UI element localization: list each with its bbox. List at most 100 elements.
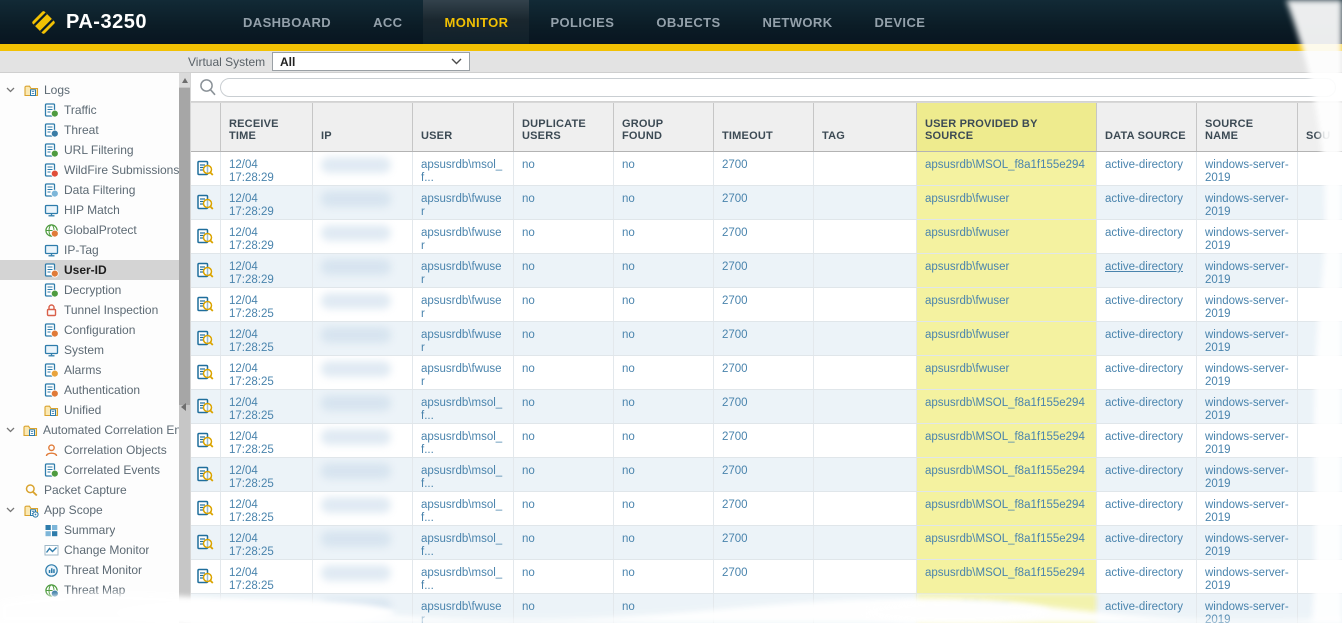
log-row[interactable]: 12/04 17:28:29apsusrdb\fwusernono2700aps… [191,186,1342,220]
sidebar-item-threat-monitor[interactable]: Threat Monitor [0,560,179,580]
cell-data-source[interactable]: active-directory [1097,526,1197,559]
cell-data-source[interactable]: active-directory [1097,186,1197,219]
cell-data-source[interactable]: active-directory [1097,424,1197,457]
log-detail-icon[interactable] [191,152,221,185]
column-header-timeout[interactable]: TIMEOUT [714,103,814,151]
log-row[interactable]: 12/04 17:28:25apsusrdb\msol_f...nono2700… [191,492,1342,526]
tree-expand-icon[interactable] [6,87,16,93]
cell-receive-time[interactable]: 12/04 17:28:25 [221,390,313,423]
scroll-up-button[interactable] [179,73,190,87]
sidebar-item-authentication[interactable]: Authentication [0,380,179,400]
log-detail-icon[interactable] [191,560,221,593]
log-detail-icon[interactable] [191,186,221,219]
column-header-receive-time[interactable]: RECEIVE TIME [221,103,313,151]
sidebar-item-tunnel-inspection[interactable]: Tunnel Inspection [0,300,179,320]
cell-receive-time[interactable]: 12/04 17:28:29 [221,152,313,185]
tab-device[interactable]: DEVICE [854,0,947,44]
tab-policies[interactable]: POLICIES [529,0,635,44]
cell-receive-time[interactable]: 12/04 17:28:25 [221,526,313,559]
virtual-system-select[interactable]: All [272,52,470,71]
cell-receive-time[interactable] [221,594,313,623]
sidebar-item-threat[interactable]: Threat [0,120,179,140]
cell-receive-time[interactable]: 12/04 17:28:25 [221,424,313,457]
sidebar-item-automated-correlation-engine[interactable]: Automated Correlation Engine [0,420,179,440]
cell-receive-time[interactable]: 12/04 17:28:29 [221,186,313,219]
cell-data-source[interactable]: active-directory [1097,560,1197,593]
tab-monitor[interactable]: MONITOR [423,0,529,44]
log-row[interactable]: 12/04 17:28:25apsusrdb\msol_f...nono2700… [191,424,1342,458]
sidebar-item-correlation-objects[interactable]: Correlation Objects [0,440,179,460]
sidebar-scrollbar[interactable] [179,73,190,623]
sidebar-item-decryption[interactable]: Decryption [0,280,179,300]
sidebar-item-change-monitor[interactable]: Change Monitor [0,540,179,560]
cell-data-source[interactable]: active-directory [1097,458,1197,491]
sidebar-item-app-scope[interactable]: App Scope [0,500,179,520]
log-detail-icon[interactable] [191,356,221,389]
panel-collapse-icon[interactable] [181,403,186,411]
sidebar-item-url-filtering[interactable]: URL Filtering [0,140,179,160]
log-detail-icon[interactable] [191,390,221,423]
sidebar-item-wildfire-submissions[interactable]: WildFire Submissions [0,160,179,180]
log-detail-icon[interactable] [191,322,221,355]
cell-receive-time[interactable]: 12/04 17:28:25 [221,560,313,593]
cell-data-source[interactable]: active-directory [1097,492,1197,525]
sidebar-item-packet-capture[interactable]: Packet Capture [0,480,179,500]
column-header-source-name[interactable]: SOURCE NAME [1197,103,1298,151]
cell-data-source[interactable]: active-directory [1097,390,1197,423]
tab-objects[interactable]: OBJECTS [635,0,741,44]
log-row[interactable]: 12/04 17:28:25apsusrdb\fwusernono2700aps… [191,322,1342,356]
log-row[interactable]: 12/04 17:28:25apsusrdb\msol_f...nono2700… [191,526,1342,560]
log-row[interactable]: 12/04 17:28:25apsusrdb\msol_f...nono2700… [191,560,1342,594]
cell-data-source[interactable]: active-directory [1097,288,1197,321]
log-row[interactable]: 12/04 17:28:25apsusrdb\fwusernono2700aps… [191,288,1342,322]
cell-data-source[interactable]: active-directory [1097,254,1197,287]
tree-expand-icon[interactable] [6,507,16,513]
sidebar-item-threat-map[interactable]: Threat Map [0,580,179,600]
column-header-detail[interactable] [191,103,221,151]
cell-receive-time[interactable]: 12/04 17:28:25 [221,356,313,389]
column-header-sou[interactable]: SOU [1298,103,1342,151]
sidebar-item-configuration[interactable]: Configuration [0,320,179,340]
column-header-user[interactable]: USER [413,103,514,151]
log-row[interactable]: 12/04 17:28:25apsusrdb\msol_f...nono2700… [191,390,1342,424]
log-detail-icon[interactable] [191,594,221,623]
column-header-group-found[interactable]: GROUP FOUND [614,103,714,151]
sidebar-item-globalprotect[interactable]: GlobalProtect [0,220,179,240]
tab-network[interactable]: NETWORK [742,0,854,44]
log-detail-icon[interactable] [191,288,221,321]
sidebar-item-logs[interactable]: Logs [0,80,179,100]
log-row[interactable]: 12/04 17:28:29apsusrdb\msol_f...nono2700… [191,152,1342,186]
column-header-ip[interactable]: IP [313,103,413,151]
log-detail-icon[interactable] [191,492,221,525]
tab-acc[interactable]: ACC [352,0,423,44]
tab-dashboard[interactable]: DASHBOARD [222,0,352,44]
cell-receive-time[interactable]: 12/04 17:28:25 [221,492,313,525]
cell-data-source[interactable]: active-directory [1097,152,1197,185]
log-row[interactable]: 12/04 17:28:25apsusrdb\msol_f...nono2700… [191,458,1342,492]
sidebar-item-ip-tag[interactable]: IP-Tag [0,240,179,260]
sidebar-item-traffic[interactable]: Traffic [0,100,179,120]
column-header-data-source[interactable]: DATA SOURCE [1097,103,1197,151]
cell-receive-time[interactable]: 12/04 17:28:25 [221,458,313,491]
log-row[interactable]: 12/04 17:28:25apsusrdb\fwusernono2700aps… [191,356,1342,390]
sidebar-item-summary[interactable]: Summary [0,520,179,540]
sidebar-item-alarms[interactable]: Alarms [0,360,179,380]
sidebar-item-user-id[interactable]: User-ID [0,260,179,280]
cell-receive-time[interactable]: 12/04 17:28:25 [221,322,313,355]
scrollbar-thumb[interactable] [179,88,190,405]
cell-data-source[interactable]: active-directory [1097,594,1197,623]
log-detail-icon[interactable] [191,220,221,253]
log-detail-icon[interactable] [191,458,221,491]
column-header-duplicate-users[interactable]: DUPLICATE USERS [514,103,614,151]
column-header-tag[interactable]: TAG [814,103,917,151]
sidebar-item-hip-match[interactable]: HIP Match [0,200,179,220]
column-header-user-provided-by-source[interactable]: USER PROVIDED BY SOURCE [917,103,1097,151]
cell-receive-time[interactable]: 12/04 17:28:25 [221,288,313,321]
log-detail-icon[interactable] [191,526,221,559]
log-row[interactable]: 12/04 17:28:29apsusrdb\fwusernono2700aps… [191,254,1342,288]
log-detail-icon[interactable] [191,254,221,287]
sidebar-item-correlated-events[interactable]: Correlated Events [0,460,179,480]
cell-receive-time[interactable]: 12/04 17:28:29 [221,220,313,253]
cell-data-source[interactable]: active-directory [1097,356,1197,389]
cell-data-source[interactable]: active-directory [1097,220,1197,253]
